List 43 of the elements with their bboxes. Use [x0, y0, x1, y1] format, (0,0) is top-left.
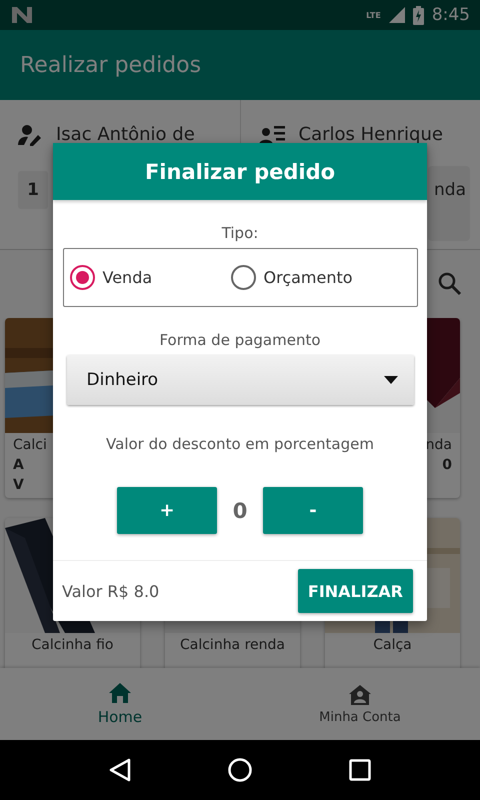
radio-label: Venda: [102, 268, 152, 287]
product-price: 0: [442, 457, 452, 473]
nav-tab[interactable]: Home: [0, 668, 240, 740]
home-icon: [108, 682, 132, 704]
order-type-card: nda: [428, 166, 470, 241]
house-person-icon: [348, 684, 372, 706]
product-detail: A: [13, 457, 24, 473]
finish-button[interactable]: FINALIZAR: [298, 569, 413, 613]
radio-option[interactable]: Venda: [70, 265, 230, 290]
person-edit-icon: [18, 124, 42, 146]
notification-icon: [12, 7, 32, 23]
product-name: nda: [426, 437, 452, 453]
back-icon[interactable]: [108, 758, 131, 782]
recents-icon[interactable]: [349, 759, 372, 781]
radio-icon[interactable]: [230, 265, 256, 290]
radio-option[interactable]: Orçamento: [230, 265, 416, 290]
decrement-button[interactable]: -: [263, 487, 363, 534]
quantity-chip: 1: [18, 171, 48, 209]
product-price: V: [13, 477, 24, 493]
person-name: Isac Antônio de: [56, 124, 195, 145]
product-name: Calcinha fio: [32, 637, 114, 653]
product-name: Calci: [13, 437, 47, 453]
product-name: Calcinha renda: [180, 637, 285, 653]
type-label: Tipo:: [222, 224, 258, 242]
product-name: Calça: [373, 637, 412, 653]
clock-time: 8:45: [432, 5, 470, 25]
home-circle-icon[interactable]: [228, 758, 252, 782]
caret-icon: [384, 376, 398, 384]
payment-label: Forma de pagamento: [159, 331, 321, 349]
discount-label: Valor do desconto em porcentagem: [106, 435, 374, 453]
network-type: LTE: [366, 10, 381, 20]
increment-button[interactable]: +: [117, 487, 217, 534]
payment-dropdown[interactable]: Dinheiro: [66, 355, 414, 405]
discount-value: 0: [232, 498, 248, 522]
person-name: Carlos Henrique: [298, 124, 443, 145]
dialog-title: Finalizar pedido: [144, 160, 336, 184]
nav-tab[interactable]: Minha Conta: [240, 668, 480, 740]
battery-charging-icon: [412, 6, 424, 24]
radio-icon[interactable]: [70, 265, 94, 290]
app-title: Realizar pedidos: [20, 52, 202, 78]
search-icon[interactable]: [438, 272, 462, 296]
signal-icon: [388, 7, 405, 23]
radio-label: Orçamento: [264, 268, 353, 287]
